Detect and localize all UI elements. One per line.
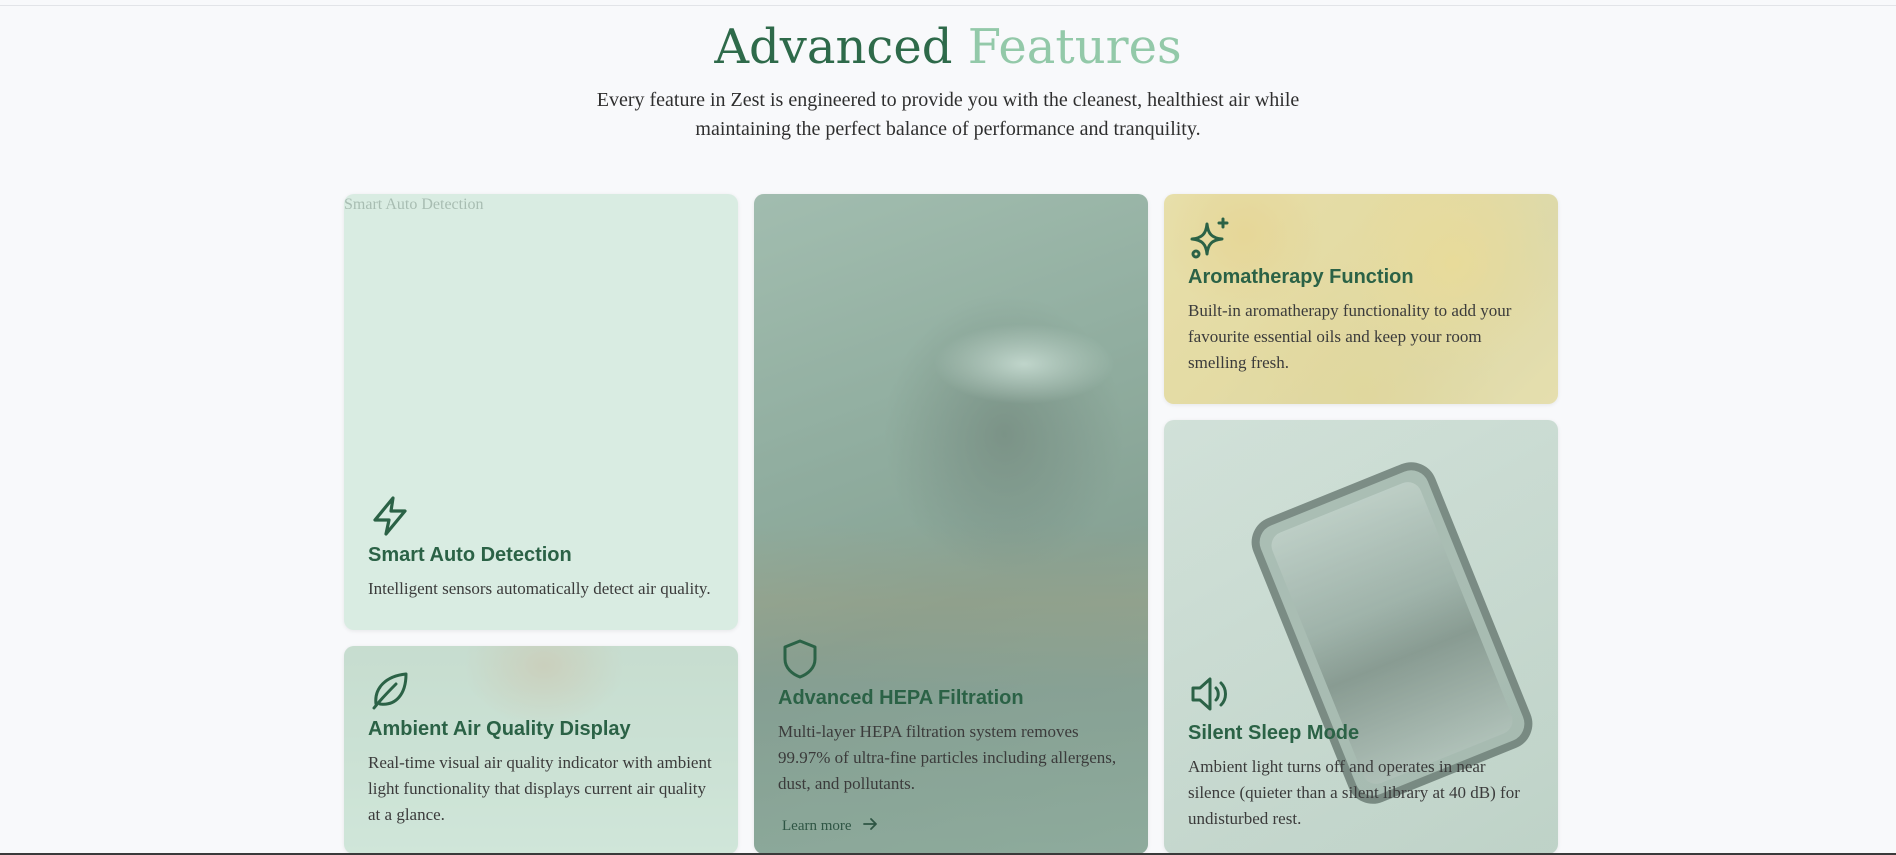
broken-image-alt-text: Smart Auto Detection <box>344 196 484 213</box>
feature-card-content: Aromatherapy Function Built-in aromather… <box>1188 216 1534 376</box>
feature-title: Aromatherapy Function <box>1188 266 1414 288</box>
top-divider <box>0 5 1896 6</box>
feature-card-aromatherapy: Aromatherapy Function Built-in aromather… <box>1164 194 1558 404</box>
feature-card-content: Silent Sleep Mode Ambient light turns of… <box>1188 672 1534 832</box>
feature-description: Multi-layer HEPA filtration system remov… <box>778 722 1117 793</box>
sparkles-icon <box>1188 216 1232 260</box>
feature-title: Silent Sleep Mode <box>1188 722 1360 744</box>
section-title-part1: Advanced <box>714 19 953 75</box>
feature-title: Advanced HEPA Filtration <box>778 687 1024 709</box>
leaf-icon <box>368 668 412 712</box>
section-title-part2: Features <box>967 19 1182 75</box>
feature-card-content: Smart Auto Detection Intelligent sensors… <box>368 494 714 602</box>
feature-card-ambient-display: Ambient Air Quality Display Real-time vi… <box>344 646 738 854</box>
feature-card-smart-auto-detection: Smart Auto Detection Smart Auto Detectio… <box>344 194 738 630</box>
feature-description: Ambient light turns off and operates in … <box>1188 757 1520 828</box>
feature-card-content: Ambient Air Quality Display Real-time vi… <box>368 668 714 828</box>
feature-title: Ambient Air Quality Display <box>368 718 631 740</box>
learn-more-label: Learn more <box>782 818 852 834</box>
feature-card-hepa-filtration: Advanced HEPA Filtration Multi-layer HEP… <box>754 194 1148 854</box>
section-title: Advanced Features <box>0 18 1896 76</box>
feature-title: Smart Auto Detection <box>368 544 572 566</box>
feature-description: Built-in aromatherapy functionality to a… <box>1188 301 1512 372</box>
speaker-icon <box>1188 672 1232 716</box>
arrow-right-icon <box>862 817 878 836</box>
lightning-icon <box>368 494 412 538</box>
feature-card-silent-sleep: Silent Sleep Mode Ambient light turns of… <box>1164 420 1558 854</box>
shield-icon <box>778 637 822 681</box>
feature-description: Real-time visual air quality indicator w… <box>368 753 712 824</box>
section-subtitle: Every feature in Zest is engineered to p… <box>596 89 1300 140</box>
learn-more-link[interactable]: Learn more <box>782 817 878 836</box>
feature-description: Intelligent sensors automatically detect… <box>368 579 711 598</box>
feature-card-content: Advanced HEPA Filtration Multi-layer HEP… <box>778 637 1124 836</box>
